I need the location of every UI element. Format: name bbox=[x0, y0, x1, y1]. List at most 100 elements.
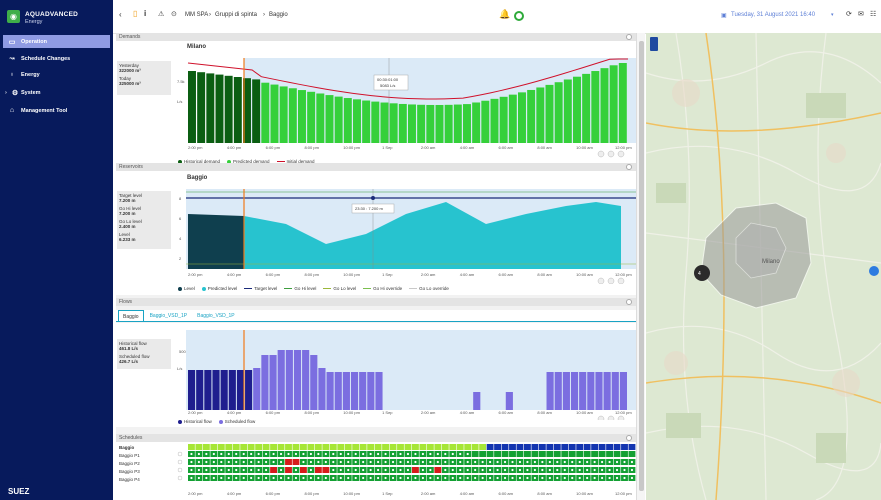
collapse-icon[interactable] bbox=[626, 299, 632, 305]
schedule-dot bbox=[197, 460, 200, 464]
schedule-block bbox=[337, 444, 345, 450]
schedule-grid[interactable]: 2:00 pm 4:00 pm 6:00 pm 8:00 pm 10:00 pm 1 Se… bbox=[116, 442, 636, 500]
tab-baggio-vsd-1[interactable]: Baggio_VSD_1P bbox=[146, 310, 192, 321]
breadcrumb-item[interactable]: Baggio bbox=[269, 12, 288, 18]
collapse-icon[interactable] bbox=[626, 34, 632, 40]
schedule-dot bbox=[197, 468, 200, 472]
section-header-flows[interactable]: Flows bbox=[116, 298, 636, 306]
breadcrumb-item[interactable]: MM SPA bbox=[185, 12, 208, 18]
tooltip-value: 5083 L/s bbox=[380, 83, 395, 88]
chevron-down-icon[interactable]: ▾ bbox=[831, 12, 834, 18]
schedule-block bbox=[546, 451, 554, 457]
schedule-dot bbox=[399, 452, 402, 456]
refresh-icon[interactable]: ⟳ bbox=[846, 10, 852, 18]
demand-bar bbox=[334, 96, 343, 143]
sidebar-item-label: Schedule Changes bbox=[21, 55, 71, 62]
demand-bar bbox=[188, 71, 196, 143]
schedule-dot bbox=[302, 476, 305, 480]
schedule-block bbox=[419, 444, 427, 450]
demand-bar bbox=[215, 74, 224, 143]
schedule-dot bbox=[227, 476, 230, 480]
schedule-block bbox=[255, 444, 263, 450]
schedule-dot bbox=[459, 452, 462, 456]
calendar-icon[interactable]: ▣ bbox=[721, 12, 727, 19]
schedule-block bbox=[628, 444, 636, 450]
schedule-block bbox=[583, 444, 591, 450]
sidebar-item-schedule-changes[interactable]: ↝ Schedule Changes bbox=[3, 52, 110, 65]
x-tick-label: 2:00 am bbox=[421, 410, 436, 415]
bell-icon[interactable]: 🔔 bbox=[499, 9, 510, 20]
schedule-dot bbox=[623, 460, 626, 464]
info-icon[interactable]: i bbox=[144, 9, 146, 18]
sidebar-item-management-tool[interactable]: ⌂ Management Tool bbox=[3, 104, 110, 117]
demand-bar bbox=[298, 90, 306, 143]
grid-icon[interactable]: ☷ bbox=[870, 10, 876, 18]
breadcrumb-item[interactable]: Gruppi di spinta bbox=[215, 12, 257, 18]
collapse-icon[interactable] bbox=[626, 164, 632, 170]
schedule-block bbox=[576, 451, 584, 457]
map-view[interactable]: 4 Milano bbox=[646, 33, 881, 500]
tab-baggio-vsd-2[interactable]: Baggio_VSD_1P bbox=[193, 310, 239, 321]
schedule-dot bbox=[287, 452, 290, 456]
sidebar-item-energy[interactable]: ♁ Energy bbox=[3, 68, 110, 81]
schedule-dot bbox=[556, 476, 559, 480]
demand-bar bbox=[270, 84, 279, 143]
schedule-dot bbox=[421, 460, 424, 464]
section-header-reservoirs[interactable]: Reservoirs bbox=[116, 163, 636, 171]
schedule-dot bbox=[205, 452, 208, 456]
sidebar-item-label: Operation bbox=[21, 38, 47, 45]
demand-bar bbox=[472, 102, 481, 143]
collapse-icon[interactable] bbox=[626, 435, 632, 441]
schedule-block bbox=[598, 444, 606, 450]
schedule-dot bbox=[406, 468, 410, 472]
scrollbar-thumb[interactable] bbox=[639, 41, 644, 491]
demand-bar bbox=[380, 102, 389, 143]
schedule-dot bbox=[279, 452, 283, 456]
schedule-block bbox=[240, 444, 248, 450]
info-value: 6.233 m bbox=[119, 237, 136, 242]
sidebar-item-system[interactable]: › ⚙ System bbox=[3, 86, 110, 99]
back-icon[interactable]: ‹ bbox=[119, 10, 122, 19]
schedule-block bbox=[441, 444, 449, 450]
schedule-dot bbox=[302, 460, 305, 464]
demand-bar bbox=[573, 76, 581, 143]
datetime-display[interactable]: Tuesday, 31 August 2021 16:40 bbox=[731, 12, 815, 18]
section-header-schedules[interactable]: Schedules bbox=[116, 434, 636, 442]
schedule-dot bbox=[630, 468, 634, 472]
tree-icon[interactable]: ⚠ bbox=[158, 10, 164, 18]
schedule-block bbox=[501, 444, 509, 450]
schedule-block bbox=[524, 451, 531, 457]
schedule-block bbox=[561, 444, 569, 450]
x-tick-label: 12:00 pm bbox=[615, 410, 632, 415]
schedule-block bbox=[188, 444, 195, 450]
x-tick-label: 4:00 pm bbox=[227, 410, 242, 415]
map-marker-icon bbox=[694, 265, 710, 281]
schedule-block bbox=[553, 444, 561, 450]
schedule-dot bbox=[212, 452, 215, 456]
demand-bar bbox=[307, 91, 316, 143]
flow-bar bbox=[367, 372, 375, 410]
x-tick-label: 8:00 am bbox=[537, 410, 552, 415]
schedule-dot bbox=[212, 460, 215, 464]
map-canvas[interactable]: 4 Milano bbox=[646, 33, 881, 500]
zoom-button bbox=[607, 277, 615, 284]
schedule-block bbox=[531, 451, 539, 457]
schedule-block bbox=[598, 451, 606, 457]
tab-baggio[interactable]: Baggio bbox=[118, 310, 144, 321]
demand-chart[interactable]: 00:30:01:005083 L/s L/s 7.5k 2:00 pm 4:00 pm… bbox=[176, 53, 636, 158]
reservoir-chart[interactable]: 23:30 : 7.200 m 8 6 4 2 2:00 pm 4:00 pm 6:00 pm… bbox=[176, 184, 636, 284]
flow-bar bbox=[269, 355, 277, 410]
mail-icon[interactable]: ✉ bbox=[858, 10, 864, 18]
flow-chart[interactable]: L/s 500 2:00 pm 4:00 pm 6:00 pm 8:00 pm 10:00 … bbox=[176, 325, 636, 420]
schedule-dot bbox=[362, 452, 365, 456]
schedule-block bbox=[494, 451, 501, 457]
schedule-dot bbox=[429, 468, 432, 472]
target-icon[interactable]: ⊙ bbox=[171, 10, 177, 18]
sidebar-item-operation[interactable]: ▭ Operation bbox=[3, 35, 110, 48]
schedule-dot bbox=[242, 476, 245, 480]
schedule-dot bbox=[324, 476, 327, 480]
main-scrollbar[interactable] bbox=[636, 33, 645, 500]
document-icon[interactable]: ▯ bbox=[133, 9, 137, 18]
section-header-demands[interactable]: Demands bbox=[116, 33, 636, 41]
schedule-dot bbox=[489, 476, 492, 480]
